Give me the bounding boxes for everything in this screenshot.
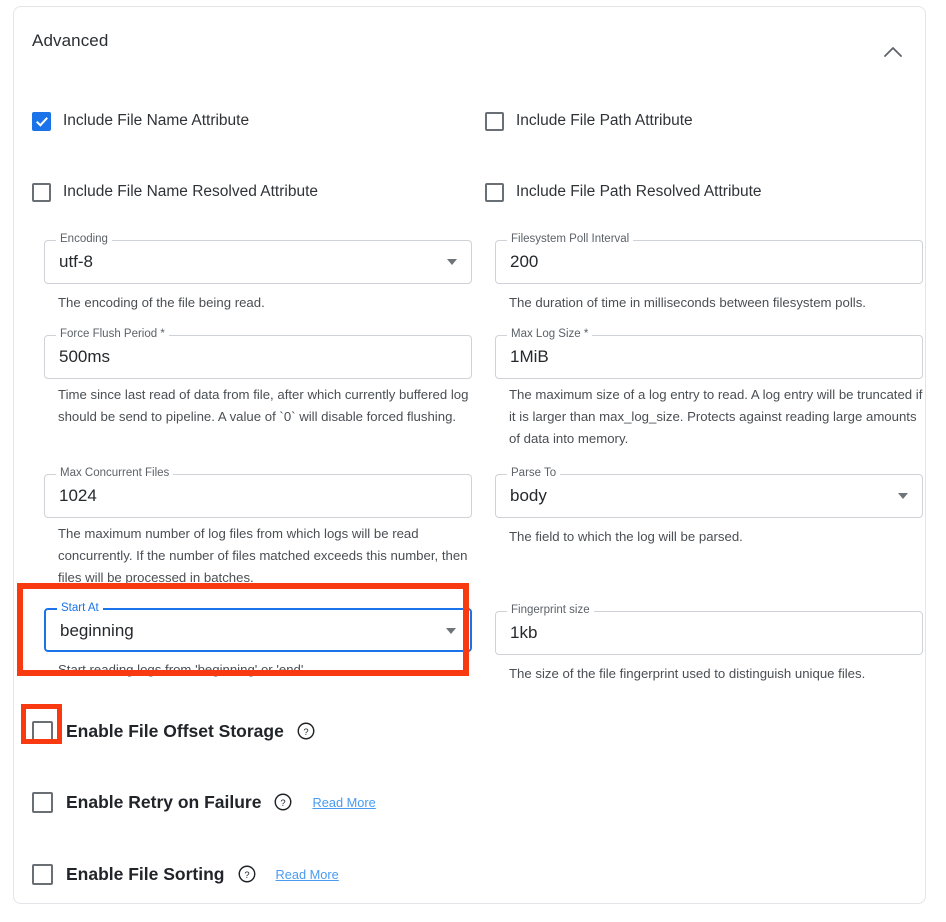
chevron-down-icon[interactable]: [446, 628, 456, 634]
max-concurrent-files-helper-text: The maximum number of log files from whi…: [58, 526, 468, 585]
parse-to-select[interactable]: Parse To body: [495, 467, 923, 518]
read-more-link-retry-on-failure[interactable]: Read More: [312, 795, 375, 810]
filesystem-poll-interval-helper-text: The duration of time in milliseconds bet…: [509, 295, 866, 310]
enable-file-offset-storage-checkbox[interactable]: [32, 720, 53, 742]
checkbox-label: Include File Name Attribute: [63, 112, 250, 129]
field-value: 200: [510, 252, 539, 271]
enable-retry-on-failure-checkbox[interactable]: [32, 791, 53, 813]
checkbox-row-include-file-name-resolved-attribute[interactable]: Include File Name Resolved Attribute: [32, 179, 318, 205]
field-value: utf-8: [59, 252, 94, 271]
toggle-row-enable-file-offset-storage[interactable]: Enable File Offset Storage ?: [32, 717, 315, 745]
filesystem-poll-interval-input[interactable]: Filesystem Poll Interval 200: [495, 233, 923, 284]
encoding-helper-text: The encoding of the file being read.: [58, 295, 265, 310]
fingerprint-size-input[interactable]: Fingerprint size 1kb: [495, 604, 923, 655]
toggle-label: Enable Retry on Failure: [66, 791, 262, 812]
svg-text:?: ?: [244, 870, 249, 881]
encoding-select[interactable]: Encoding utf-8: [44, 233, 472, 284]
checkbox-row-include-file-name-attribute[interactable]: Include File Name Attribute: [32, 108, 249, 134]
page-title: Advanced: [32, 31, 109, 50]
read-more-link-file-sorting[interactable]: Read More: [276, 867, 339, 882]
question-mark-circle-icon[interactable]: ?: [274, 793, 292, 811]
checkbox-row-include-file-path-resolved-attribute[interactable]: Include File Path Resolved Attribute: [485, 179, 762, 205]
question-mark-circle-icon[interactable]: ?: [238, 865, 256, 883]
include-file-name-attribute-checkbox[interactable]: [32, 111, 51, 131]
field-label: Fingerprint size: [507, 604, 594, 616]
start-at-select[interactable]: Start At beginning: [44, 602, 472, 652]
toggle-label: Enable File Sorting: [66, 863, 225, 884]
field-value: 1MiB: [510, 347, 549, 366]
field-value: beginning: [60, 621, 134, 640]
checkbox-label: Include File Name Resolved Attribute: [63, 183, 319, 200]
toggle-label: Enable File Offset Storage: [66, 720, 284, 741]
field-label: Force Flush Period *: [56, 328, 169, 340]
checkbox-label: Include File Path Attribute: [516, 112, 693, 129]
include-file-path-attribute-checkbox[interactable]: [485, 111, 504, 131]
chevron-down-icon[interactable]: [898, 493, 908, 499]
card-header: Advanced: [14, 7, 925, 81]
advanced-settings-card: Advanced Include File Name Attribute Inc…: [13, 6, 926, 904]
chevron-up-icon[interactable]: [879, 37, 907, 65]
force-flush-period-helper-text: Time since last read of data from file, …: [58, 387, 469, 424]
include-file-path-resolved-attribute-checkbox[interactable]: [485, 182, 504, 202]
enable-file-sorting-checkbox[interactable]: [32, 863, 53, 885]
include-file-name-resolved-attribute-checkbox[interactable]: [32, 182, 51, 202]
question-mark-circle-icon[interactable]: ?: [297, 722, 315, 740]
field-value: 1024: [59, 486, 97, 505]
max-concurrent-files-input[interactable]: Max Concurrent Files 1024: [44, 467, 472, 518]
max-log-size-helper-text: The maximum size of a log entry to read.…: [509, 387, 923, 446]
field-label: Encoding: [56, 233, 112, 245]
field-value: 1kb: [510, 623, 538, 642]
chevron-down-icon[interactable]: [447, 259, 457, 265]
start-at-helper-text: Start reading logs from 'beginning' or '…: [58, 662, 308, 677]
fingerprint-size-helper-text: The size of the file fingerprint used to…: [509, 666, 866, 681]
parse-to-helper-text: The field to which the log will be parse…: [509, 529, 743, 544]
card-body: Include File Name Attribute Include File…: [14, 81, 925, 903]
toggle-row-enable-file-sorting[interactable]: Enable File Sorting ? Read More: [32, 860, 339, 888]
field-value: body: [510, 486, 547, 505]
field-label: Max Log Size *: [507, 328, 593, 340]
field-value: 500ms: [59, 347, 111, 366]
max-log-size-input[interactable]: Max Log Size * 1MiB: [495, 328, 923, 379]
checkbox-row-include-file-path-attribute[interactable]: Include File Path Attribute: [485, 108, 693, 134]
svg-text:?: ?: [303, 727, 308, 738]
toggle-row-enable-retry-on-failure[interactable]: Enable Retry on Failure ? Read More: [32, 788, 376, 816]
checkbox-label: Include File Path Resolved Attribute: [516, 183, 762, 200]
field-label: Filesystem Poll Interval: [507, 233, 634, 245]
force-flush-period-input[interactable]: Force Flush Period * 500ms: [44, 328, 472, 379]
svg-text:?: ?: [281, 798, 286, 809]
field-label: Start At: [57, 602, 103, 614]
field-label: Max Concurrent Files: [56, 467, 174, 479]
field-label: Parse To: [507, 467, 561, 479]
